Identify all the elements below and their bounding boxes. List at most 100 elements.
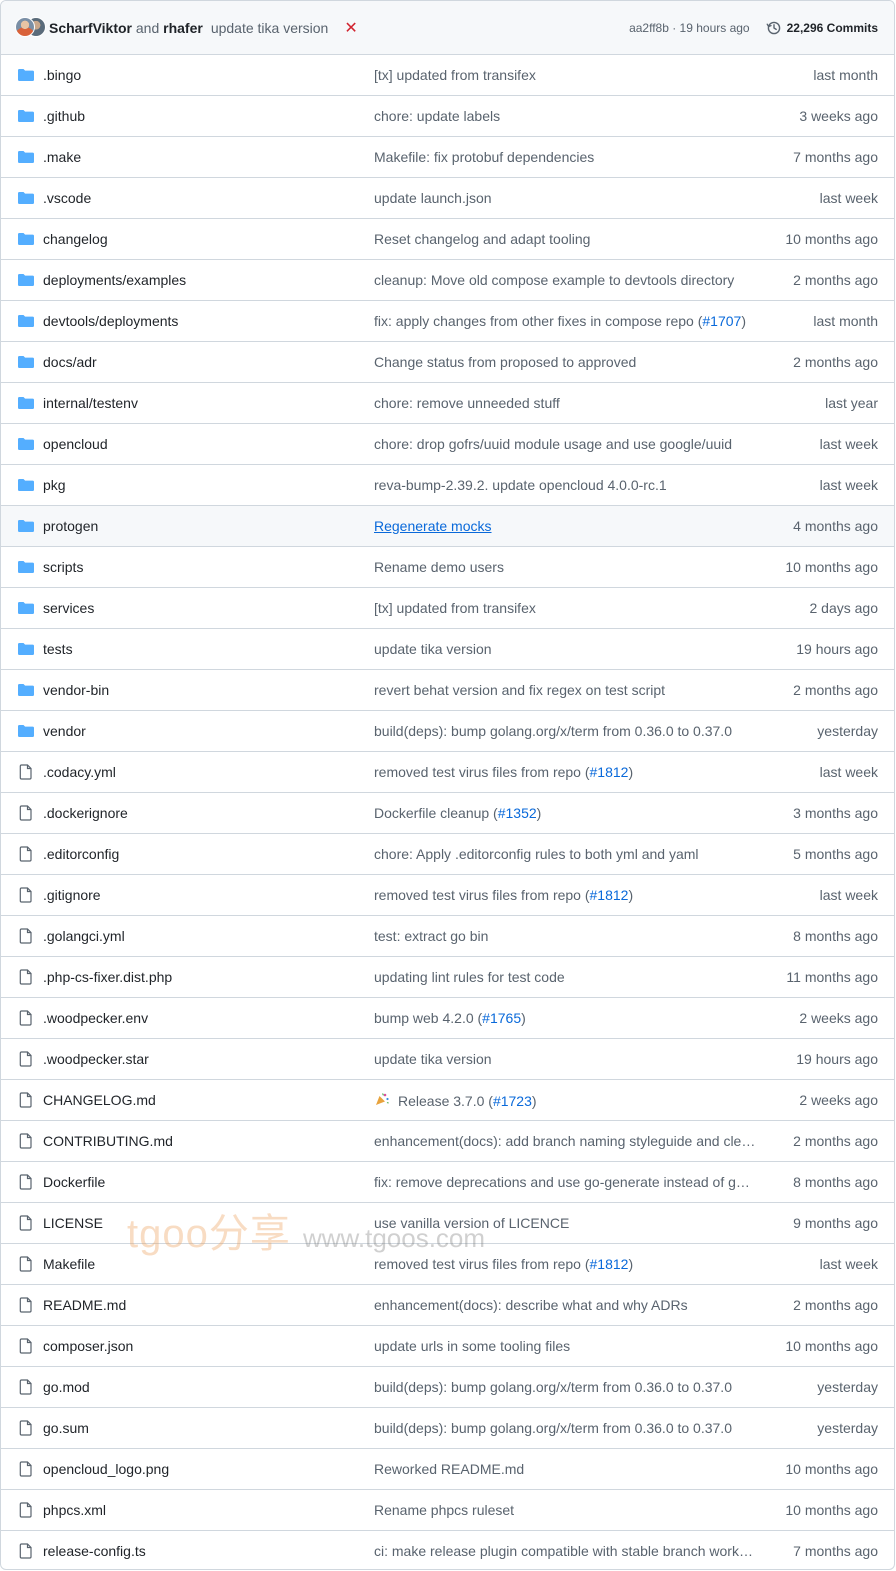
commit-age[interactable]: 4 months ago	[793, 518, 878, 534]
commit-age[interactable]: last week	[820, 436, 878, 452]
folder-name-link[interactable]: internal/testenv	[43, 395, 138, 411]
file-row[interactable]: phpcs.xml Rename phpcs ruleset 10 months a…	[1, 1490, 894, 1531]
commit-age[interactable]: yesterday	[817, 723, 878, 739]
file-row[interactable]: Makefile removed test virus files from re…	[1, 1244, 894, 1285]
file-name-link[interactable]: .codacy.yml	[43, 764, 116, 780]
pull-request-link[interactable]: #1707	[702, 313, 741, 329]
commit-message-link[interactable]: revert behat version and fix regex on te…	[374, 682, 756, 698]
commit-message-link[interactable]: chore: update labels	[374, 108, 756, 124]
folder-name-link[interactable]: .vscode	[43, 190, 91, 206]
commit-message-link[interactable]: Makefile: fix protobuf dependencies	[374, 149, 756, 165]
commit-message-link[interactable]: removed test virus files from repo (#181…	[374, 887, 756, 903]
folder-name-link[interactable]: scripts	[43, 559, 83, 575]
folder-row[interactable]: vendor build(deps): bump golang.org/x/ter…	[1, 711, 894, 752]
folder-name-link[interactable]: .github	[43, 108, 85, 124]
file-name-link[interactable]: composer.json	[43, 1338, 133, 1354]
commit-age[interactable]: 2 months ago	[793, 354, 878, 370]
file-name-link[interactable]: go.sum	[43, 1420, 89, 1436]
folder-row[interactable]: internal/testenv chore: remove unneeded s…	[1, 383, 894, 424]
folder-row[interactable]: docs/adr Change status from proposed to a…	[1, 342, 894, 383]
folder-name-link[interactable]: vendor	[43, 723, 86, 739]
commit-message-link[interactable]: reva-bump-2.39.2. update opencloud 4.0.0…	[374, 477, 756, 493]
file-row[interactable]: opencloud_logo.png Reworked README.md 10 m…	[1, 1449, 894, 1490]
commit-message-link[interactable]: Reset changelog and adapt tooling	[374, 231, 756, 247]
pull-request-link[interactable]: #1812	[590, 1256, 629, 1272]
folder-row[interactable]: devtools/deployments fix: apply changes f…	[1, 301, 894, 342]
commit-message-link[interactable]: test: extract go bin	[374, 928, 756, 944]
pull-request-link[interactable]: #1723	[493, 1093, 532, 1109]
commit-age[interactable]: last week	[820, 1256, 878, 1272]
file-row[interactable]: composer.json update urls in some tooling…	[1, 1326, 894, 1367]
file-row[interactable]: README.md enhancement(docs): describe wha…	[1, 1285, 894, 1326]
commit-age[interactable]: last week	[820, 477, 878, 493]
commit-message-link[interactable]: build(deps): bump golang.org/x/term from…	[374, 1420, 756, 1436]
commit-message-link[interactable]: Release 3.7.0 (#1723)	[374, 1092, 756, 1109]
file-name-link[interactable]: .php-cs-fixer.dist.php	[43, 969, 172, 985]
folder-row[interactable]: .make Makefile: fix protobuf dependencies…	[1, 137, 894, 178]
commit-age[interactable]: 2 months ago	[793, 1133, 878, 1149]
folder-row[interactable]: changelog Reset changelog and adapt tooli…	[1, 219, 894, 260]
commit-age[interactable]: last year	[825, 395, 878, 411]
file-row[interactable]: CHANGELOG.md Release 3.7.0 (#1723) 2 weeks…	[1, 1080, 894, 1121]
commit-age[interactable]: 5 months ago	[793, 846, 878, 862]
file-name-link[interactable]: phpcs.xml	[43, 1502, 106, 1518]
commit-age[interactable]: 19 hours ago	[796, 641, 878, 657]
commit-message-link[interactable]: [tx] updated from transifex	[374, 67, 756, 83]
file-name-link[interactable]: .woodpecker.env	[43, 1010, 148, 1026]
folder-row[interactable]: .github chore: update labels 3 weeks ago	[1, 96, 894, 137]
commit-age[interactable]: 2 days ago	[810, 600, 879, 616]
latest-commit-message[interactable]: update tika version	[211, 20, 329, 36]
commit-message-link[interactable]: Regenerate mocks	[374, 518, 756, 534]
commit-age[interactable]: 10 months ago	[785, 1461, 878, 1477]
folder-row[interactable]: scripts Rename demo users 10 months ago	[1, 547, 894, 588]
file-name-link[interactable]: .editorconfig	[43, 846, 119, 862]
commit-message-link[interactable]: use vanilla version of LICENCE	[374, 1215, 756, 1231]
commit-age[interactable]: 8 months ago	[793, 1174, 878, 1190]
file-name-link[interactable]: Dockerfile	[43, 1174, 105, 1190]
commit-age[interactable]: last month	[813, 67, 878, 83]
commit-message-link[interactable]: update tika version	[374, 1051, 756, 1067]
commit-message-link[interactable]: build(deps): bump golang.org/x/term from…	[374, 723, 756, 739]
commit-message-link[interactable]: ci: make release plugin compatible with …	[374, 1543, 756, 1559]
file-row[interactable]: .golangci.yml test: extract go bin 8 month…	[1, 916, 894, 957]
folder-row[interactable]: opencloud chore: drop gofrs/uuid module u…	[1, 424, 894, 465]
folder-row[interactable]: tests update tika version 19 hours ago	[1, 629, 894, 670]
file-row[interactable]: .woodpecker.star update tika version 19 ho…	[1, 1039, 894, 1080]
folder-name-link[interactable]: tests	[43, 641, 73, 657]
commit-message-link[interactable]: enhancement(docs): describe what and why…	[374, 1297, 756, 1313]
folder-name-link[interactable]: deployments/examples	[43, 272, 186, 288]
commit-sha-age[interactable]: aa2ff8b · 19 hours ago	[629, 21, 750, 35]
commit-age[interactable]: 19 hours ago	[796, 1051, 878, 1067]
commit-message-link[interactable]: bump web 4.2.0 (#1765)	[374, 1010, 756, 1026]
commit-message-link[interactable]: chore: Apply .editorconfig rules to both…	[374, 846, 756, 862]
file-row[interactable]: Dockerfile fix: remove deprecations and u…	[1, 1162, 894, 1203]
author-link[interactable]: ScharfViktor	[49, 20, 132, 36]
commit-age[interactable]: 10 months ago	[785, 1338, 878, 1354]
pull-request-link[interactable]: #1352	[498, 805, 537, 821]
commit-age[interactable]: last week	[820, 887, 878, 903]
commit-message-link[interactable]: chore: remove unneeded stuff	[374, 395, 756, 411]
file-row[interactable]: CONTRIBUTING.md enhancement(docs): add br…	[1, 1121, 894, 1162]
commit-message-link[interactable]: chore: drop gofrs/uuid module usage and …	[374, 436, 756, 452]
commit-age[interactable]: 10 months ago	[785, 231, 878, 247]
commit-age[interactable]: last week	[820, 190, 878, 206]
file-name-link[interactable]: go.mod	[43, 1379, 90, 1395]
commit-age[interactable]: 10 months ago	[785, 1502, 878, 1518]
commit-message-link[interactable]: updating lint rules for test code	[374, 969, 756, 985]
file-name-link[interactable]: CONTRIBUTING.md	[43, 1133, 173, 1149]
file-row[interactable]: .gitignore removed test virus files from …	[1, 875, 894, 916]
commit-age[interactable]: 2 months ago	[793, 272, 878, 288]
commit-message-link[interactable]: fix: remove deprecations and use go-gene…	[374, 1174, 756, 1190]
commit-message-link[interactable]: Rename demo users	[374, 559, 756, 575]
file-name-link[interactable]: .dockerignore	[43, 805, 128, 821]
commit-message-link[interactable]: update urls in some tooling files	[374, 1338, 756, 1354]
folder-name-link[interactable]: docs/adr	[43, 354, 97, 370]
commit-age[interactable]: yesterday	[817, 1420, 878, 1436]
file-name-link[interactable]: CHANGELOG.md	[43, 1092, 156, 1108]
file-name-link[interactable]: .woodpecker.star	[43, 1051, 149, 1067]
folder-name-link[interactable]: services	[43, 600, 94, 616]
commit-message-link[interactable]: build(deps): bump golang.org/x/term from…	[374, 1379, 756, 1395]
avatar[interactable]	[15, 16, 35, 37]
commit-age[interactable]: 11 months ago	[786, 969, 878, 985]
file-name-link[interactable]: .gitignore	[43, 887, 101, 903]
